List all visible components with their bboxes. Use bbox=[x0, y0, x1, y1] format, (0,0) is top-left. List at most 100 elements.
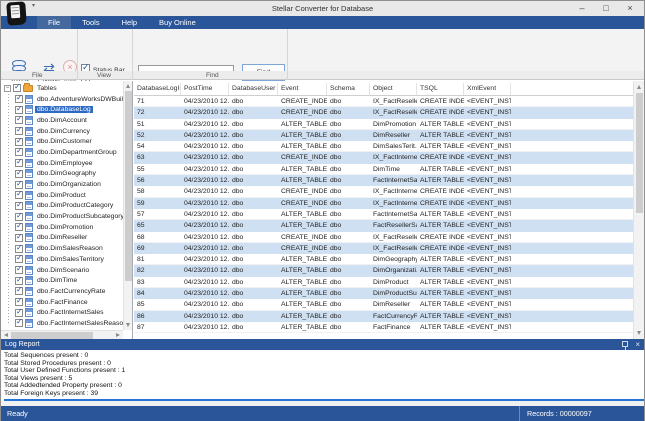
table-row[interactable]: 7204/23/2010 12...dboCREATE_INDEXdboIX_F… bbox=[134, 107, 633, 118]
table-row[interactable]: 5204/23/2010 12...dboALTER_TABLEdboDimRe… bbox=[134, 130, 633, 141]
column-header-databaselogid[interactable]: DatabaseLogID bbox=[134, 83, 181, 95]
table-row[interactable]: 5904/23/2010 12...dboCREATE_INDEXdboIX_F… bbox=[134, 198, 633, 209]
table-row[interactable]: 5404/23/2010 12...dboALTER_TABLEdboDimSa… bbox=[134, 141, 633, 152]
table-row[interactable]: 8604/23/2010 12...dboALTER_TABLEdboFactC… bbox=[134, 311, 633, 322]
column-header-object[interactable]: Object bbox=[370, 83, 417, 95]
group-label-view: View bbox=[97, 72, 111, 79]
tree-vertical-scrollbar[interactable] bbox=[123, 81, 132, 330]
cell-posttime: 04/23/2010 12... bbox=[181, 96, 229, 106]
table-row[interactable]: 5504/23/2010 12...dboALTER_TABLEdboDimTi… bbox=[134, 164, 633, 175]
checkbox-icon[interactable]: ✓ bbox=[15, 223, 23, 231]
checkbox-icon[interactable]: ✓ bbox=[15, 298, 23, 306]
tab-buy-online[interactable]: Buy Online bbox=[148, 16, 207, 29]
checkbox-icon[interactable]: ✓ bbox=[15, 181, 23, 189]
table-row[interactable]: 8304/23/2010 12...dboALTER_TABLEdboDimPr… bbox=[134, 277, 633, 288]
cell-posttime: 04/23/2010 12... bbox=[181, 119, 229, 129]
cell-object: DimPromotion bbox=[370, 119, 417, 129]
cell-posttime: 04/23/2010 12... bbox=[181, 277, 229, 287]
cell-event: ALTER_TABLE bbox=[278, 220, 327, 231]
scroll-up-icon[interactable] bbox=[126, 84, 130, 88]
pin-icon[interactable] bbox=[622, 341, 628, 347]
tree-item[interactable]: ✓dbo.FactInternetSalesReason bbox=[1, 318, 123, 329]
scroll-down-icon[interactable] bbox=[126, 323, 130, 327]
cell-event: CREATE_INDEX bbox=[278, 198, 327, 209]
cell-tsql: ALTER TABLE [... bbox=[417, 141, 464, 151]
cell-object: IX_FactReseller... bbox=[370, 232, 417, 242]
tree-item-label: dbo.AdventureWorksDWBuildV bbox=[35, 96, 123, 103]
cell-databaselogid: 81 bbox=[134, 254, 181, 264]
column-header-tsql[interactable]: TSQL bbox=[417, 83, 464, 95]
checkbox-icon[interactable]: ✓ bbox=[15, 148, 23, 156]
table-row[interactable]: 8104/23/2010 12...dboALTER_TABLEdboDimGe… bbox=[134, 254, 633, 265]
grid-vertical-scrollbar[interactable] bbox=[633, 81, 644, 339]
close-button[interactable]: × bbox=[618, 1, 642, 16]
ribbon-group-labels: File View Find bbox=[1, 71, 644, 80]
table-row[interactable]: 6504/23/2010 12...dboALTER_TABLEdboFactR… bbox=[134, 220, 633, 231]
checkbox-icon[interactable]: ✓ bbox=[15, 277, 23, 285]
cell-databaselogid: 82 bbox=[134, 265, 181, 276]
checkbox-icon[interactable]: ✓ bbox=[15, 127, 23, 135]
table-row[interactable]: 7104/23/2010 12...dboCREATE_INDEXdboIX_F… bbox=[134, 96, 633, 107]
checkbox-icon[interactable]: ✓ bbox=[15, 287, 23, 295]
cell-databaseuser: dbo bbox=[229, 322, 278, 332]
checkbox-icon[interactable]: ✓ bbox=[15, 191, 23, 199]
tree-expander-icon[interactable]: − bbox=[4, 85, 11, 92]
scroll-right-icon[interactable] bbox=[116, 333, 120, 337]
cell-databaselogid: 54 bbox=[134, 141, 181, 151]
scroll-left-icon[interactable] bbox=[4, 333, 8, 337]
checkbox-icon[interactable]: ✓ bbox=[15, 116, 23, 124]
checkbox-icon[interactable]: ✓ bbox=[15, 170, 23, 178]
app-logo-icon[interactable] bbox=[6, 1, 27, 25]
checkbox-icon[interactable]: ✓ bbox=[15, 266, 23, 274]
checkbox-icon[interactable]: ✓ bbox=[15, 319, 23, 327]
checkbox-icon[interactable]: ✓ bbox=[15, 213, 23, 221]
cell-databaseuser: dbo bbox=[229, 175, 278, 186]
table-row[interactable]: 5604/23/2010 12...dboALTER_TABLEdboFactI… bbox=[134, 175, 633, 186]
table-row[interactable]: 5704/23/2010 12...dboALTER_TABLEdboFactI… bbox=[134, 209, 633, 220]
table-row[interactable]: 6304/23/2010 12...dboCREATE_INDEXdboIX_F… bbox=[134, 152, 633, 163]
scrollbar-thumb[interactable] bbox=[11, 332, 93, 339]
cell-event: ALTER_TABLE bbox=[278, 141, 327, 151]
column-header-event[interactable]: Event bbox=[278, 83, 327, 95]
checkbox-icon[interactable]: ✓ bbox=[15, 106, 23, 114]
table-row[interactable]: 8504/23/2010 12...dboALTER_TABLEdboDimRe… bbox=[134, 299, 633, 310]
table-row[interactable]: 8704/23/2010 12...dboALTER_TABLEdboFactF… bbox=[134, 322, 633, 333]
checkbox-icon[interactable]: ✓ bbox=[15, 159, 23, 167]
close-panel-icon[interactable]: × bbox=[635, 339, 640, 350]
column-header-databaseuser[interactable]: DatabaseUser bbox=[229, 83, 278, 95]
scroll-up-icon[interactable] bbox=[637, 85, 641, 89]
maximize-button[interactable]: □ bbox=[594, 1, 618, 16]
scrollbar-thumb[interactable] bbox=[125, 91, 132, 281]
checkbox-icon[interactable]: ✓ bbox=[15, 234, 23, 242]
table-icon bbox=[25, 212, 33, 221]
column-header-posttime[interactable]: PostTime bbox=[181, 83, 229, 95]
cell-object: DimProductSu... bbox=[370, 288, 417, 299]
table-row[interactable]: 5104/23/2010 12...dboALTER_TABLEdboDimPr… bbox=[134, 119, 633, 130]
column-header-xmlevent[interactable]: XmlEvent bbox=[464, 83, 511, 95]
cell-posttime: 04/23/2010 12... bbox=[181, 186, 229, 196]
table-row[interactable]: 8404/23/2010 12...dboALTER_TABLEdboDimPr… bbox=[134, 288, 633, 299]
records-count: Records : 00000097 bbox=[519, 406, 592, 421]
table-icon bbox=[25, 266, 33, 275]
table-row[interactable]: 5804/23/2010 12...dboCREATE_INDEXdboIX_F… bbox=[134, 186, 633, 197]
scroll-down-icon[interactable] bbox=[637, 331, 641, 335]
tree-horizontal-scrollbar[interactable] bbox=[1, 330, 123, 339]
checkbox-icon[interactable]: ✓ bbox=[15, 245, 23, 253]
checkbox-icon[interactable]: ✓ bbox=[15, 95, 23, 103]
group-label-find: Find bbox=[206, 72, 219, 79]
checkbox-icon[interactable]: ✓ bbox=[15, 202, 23, 210]
tab-tools[interactable]: Tools bbox=[71, 16, 111, 29]
tab-help[interactable]: Help bbox=[111, 16, 148, 29]
checkbox-icon[interactable]: ✓ bbox=[15, 255, 23, 263]
scrollbar-thumb[interactable] bbox=[636, 93, 643, 213]
table-row[interactable]: 8204/23/2010 12...dboALTER_TABLEdboDimOr… bbox=[134, 265, 633, 276]
cell-schema: dbo bbox=[327, 277, 370, 287]
minimize-button[interactable]: – bbox=[570, 1, 594, 16]
checkbox-icon[interactable]: ✓ bbox=[15, 138, 23, 146]
tab-file[interactable]: File bbox=[37, 16, 71, 29]
column-header-schema[interactable]: Schema bbox=[327, 83, 370, 95]
checkbox-icon[interactable]: ✓ bbox=[13, 84, 21, 92]
checkbox-icon[interactable]: ✓ bbox=[15, 309, 23, 317]
table-row[interactable]: 6904/23/2010 12...dboCREATE_INDEXdboIX_F… bbox=[134, 243, 633, 254]
table-row[interactable]: 6804/23/2010 12...dboCREATE_INDEXdboIX_F… bbox=[134, 232, 633, 243]
